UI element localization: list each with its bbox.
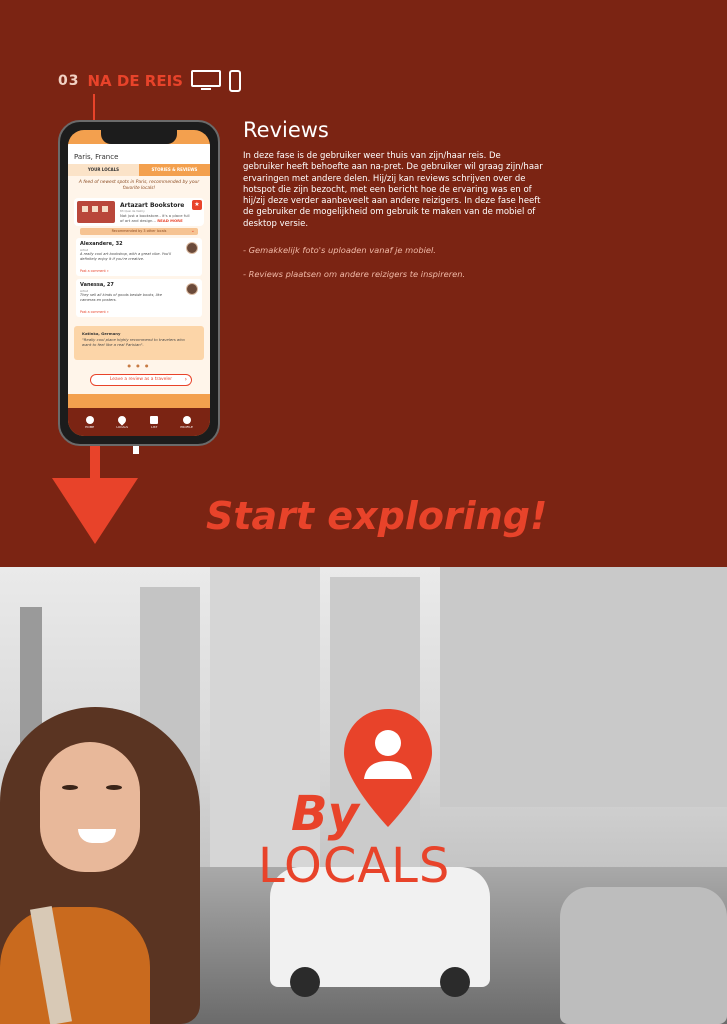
avatar xyxy=(186,242,198,254)
read-more-link[interactable]: READ MORE xyxy=(157,218,182,223)
review-card: Alexandere, 32 Artist A really cool art … xyxy=(76,238,202,276)
arrow-down-icon xyxy=(52,478,138,544)
section-number: 03 xyxy=(58,73,80,89)
avatar xyxy=(186,283,198,295)
logo-locals: LOCALS xyxy=(258,838,451,894)
spot-image xyxy=(77,201,115,223)
quote-text: "Really cool place highly recommend to t… xyxy=(82,337,185,347)
slogan: Start exploring! xyxy=(206,494,548,538)
chevron-down-icon: ⌄ xyxy=(190,228,195,234)
nav-locals[interactable]: LOCALS xyxy=(116,413,128,429)
smartphone-icon xyxy=(228,70,241,92)
chevron-right-icon: › xyxy=(184,376,187,383)
tab-your-locals[interactable]: YOUR LOCALS xyxy=(68,164,139,176)
app-tabs: YOUR LOCALS STORIES & REVIEWS xyxy=(68,164,210,176)
location-pin-icon xyxy=(116,413,128,426)
section-label: 03 NA DE REIS xyxy=(58,70,241,92)
quote-author: Katinka, Germany xyxy=(82,331,121,336)
reviewer-name: Vanessa, 27 xyxy=(80,282,114,288)
review-card: Vanessa, 27 Artist They sell all kinds o… xyxy=(76,279,202,317)
woman-body xyxy=(0,907,150,1024)
nav-home[interactable]: HOME xyxy=(85,415,94,429)
body-text: In deze fase is de gebruiker weer thuis … xyxy=(243,151,543,229)
bottom-navbar: HOME LOCALS LIST PROFILE xyxy=(68,408,210,436)
post-comment-link[interactable]: Post a comment » xyxy=(80,269,109,273)
location-label: Paris, France xyxy=(74,153,119,161)
app-header: Paris, France xyxy=(68,144,210,164)
logo-by: By xyxy=(291,786,359,842)
list-icon xyxy=(150,415,159,424)
star-icon: ★ xyxy=(192,200,202,210)
person-icon xyxy=(182,415,191,424)
feed-intro: A feed of newest spots in Paris, recomme… xyxy=(78,180,200,191)
review-text: A really cool art bookshop, with a great… xyxy=(80,252,172,261)
section-title: NA DE REIS xyxy=(87,72,183,90)
page-title: Reviews xyxy=(243,118,329,142)
nav-list[interactable]: LIST xyxy=(150,415,159,429)
recommended-bar[interactable]: Recommended by 3 other locals ⌄ xyxy=(80,228,198,235)
spot-title: Artazart Bookstore xyxy=(120,202,185,209)
compass-icon xyxy=(85,415,94,424)
tab-stories-reviews[interactable]: STORIES & REVIEWS xyxy=(139,164,210,176)
car xyxy=(560,887,727,1024)
carousel-dots[interactable]: ● ● ● xyxy=(68,363,210,368)
leave-review-button[interactable]: Leave a review as a traveler › xyxy=(90,374,192,386)
bullet-point: - Reviews plaatsen om andere reizigers t… xyxy=(243,269,466,279)
bullet-point: - Gemakkelijk foto's uploaden vanaf je m… xyxy=(243,245,436,255)
traveler-quote: Katinka, Germany "Really cool place high… xyxy=(74,326,204,360)
review-text: They sell all kinds of goods beside book… xyxy=(80,293,162,302)
spot-description: Not just a bookstore.. it's a place full… xyxy=(120,213,190,223)
phone-notch xyxy=(101,130,177,144)
phone-mockup: Paris, France YOUR LOCALS STORIES & REVI… xyxy=(58,120,220,446)
woman-face xyxy=(40,742,140,872)
monitor-icon xyxy=(190,70,221,92)
phone-screen: Paris, France YOUR LOCALS STORIES & REVI… xyxy=(68,130,210,436)
nav-profile[interactable]: PROFILE xyxy=(180,415,193,429)
post-comment-link[interactable]: Post a comment » xyxy=(80,310,109,314)
spot-card[interactable]: Artazart Bookstore 83 Quai de Valmy Not … xyxy=(74,198,204,226)
reviewer-name: Alexandere, 32 xyxy=(80,241,123,247)
